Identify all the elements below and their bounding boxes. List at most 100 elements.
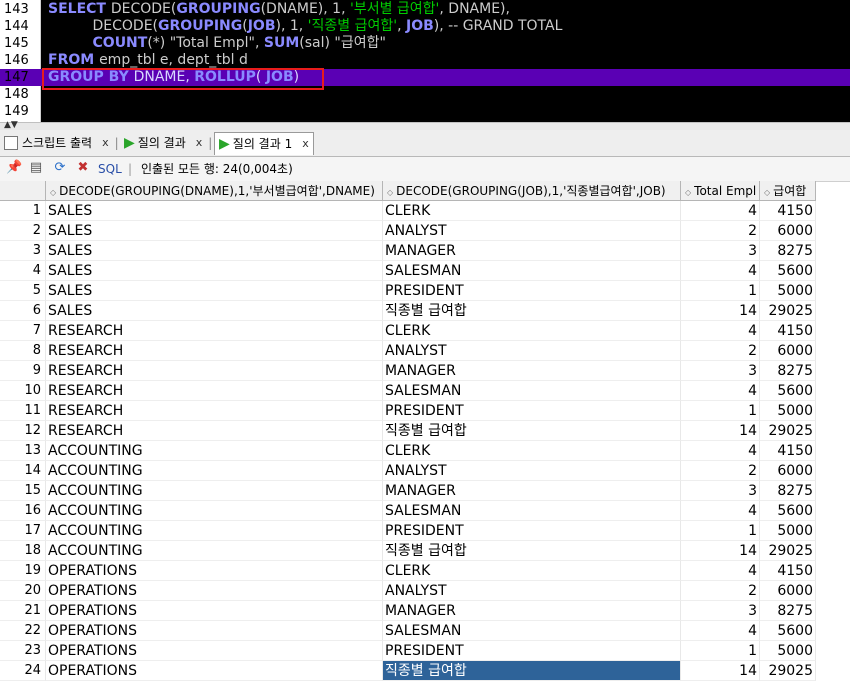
sal-sum-cell[interactable]: 6000 xyxy=(760,341,816,361)
job-cell[interactable]: ANALYST xyxy=(383,221,681,241)
total-empl-cell[interactable]: 4 xyxy=(681,501,760,521)
total-empl-cell[interactable]: 1 xyxy=(681,521,760,541)
job-cell[interactable]: MANAGER xyxy=(383,241,681,261)
sal-sum-cell[interactable]: 6000 xyxy=(760,581,816,601)
row-number[interactable]: 12 xyxy=(0,421,46,441)
table-row[interactable]: 6 SALES 직종별 급여합 14 29025 xyxy=(0,301,850,321)
dname-cell[interactable]: OPERATIONS xyxy=(46,601,383,621)
total-empl-cell[interactable]: 3 xyxy=(681,481,760,501)
row-number[interactable]: 24 xyxy=(0,661,46,681)
table-row[interactable]: 18 ACCOUNTING 직종별 급여합 14 29025 xyxy=(0,541,850,561)
job-cell[interactable]: ANALYST xyxy=(383,341,681,361)
sort-icon[interactable]: ◇ xyxy=(764,188,770,197)
total-empl-cell[interactable]: 14 xyxy=(681,661,760,681)
table-row[interactable]: 7 RESEARCH CLERK 4 4150 xyxy=(0,321,850,341)
sal-sum-cell[interactable]: 5000 xyxy=(760,521,816,541)
table-row[interactable]: 13 ACCOUNTING CLERK 4 4150 xyxy=(0,441,850,461)
dname-cell[interactable]: RESEARCH xyxy=(46,321,383,341)
dname-cell[interactable]: SALES xyxy=(46,301,383,321)
row-number[interactable]: 5 xyxy=(0,281,46,301)
sal-sum-cell[interactable]: 29025 xyxy=(760,421,816,441)
dname-cell[interactable]: SALES xyxy=(46,261,383,281)
close-icon[interactable]: x xyxy=(302,133,309,155)
dname-cell[interactable]: ACCOUNTING xyxy=(46,521,383,541)
row-number[interactable]: 23 xyxy=(0,641,46,661)
print-icon[interactable]: ▤ xyxy=(28,160,44,176)
total-empl-cell[interactable]: 1 xyxy=(681,401,760,421)
table-row[interactable]: 15 ACCOUNTING MANAGER 3 8275 xyxy=(0,481,850,501)
sal-sum-cell[interactable]: 4150 xyxy=(760,321,816,341)
total-empl-cell[interactable]: 2 xyxy=(681,461,760,481)
refresh-icon[interactable]: ⟳ xyxy=(52,160,68,176)
row-number[interactable]: 2 xyxy=(0,221,46,241)
row-number[interactable]: 9 xyxy=(0,361,46,381)
table-row[interactable]: 14 ACCOUNTING ANALYST 2 6000 xyxy=(0,461,850,481)
code-line[interactable]: 144 DECODE(GROUPING(JOB), 1, '직종별 급여합', … xyxy=(0,18,850,35)
row-number[interactable]: 15 xyxy=(0,481,46,501)
sql-button[interactable]: SQL xyxy=(98,157,122,181)
cancel-icon[interactable]: ✖ xyxy=(75,160,91,176)
job-cell[interactable]: CLERK xyxy=(383,561,681,581)
job-cell[interactable]: MANAGER xyxy=(383,601,681,621)
sal-sum-cell[interactable]: 29025 xyxy=(760,661,816,681)
table-row[interactable]: 17 ACCOUNTING PRESIDENT 1 5000 xyxy=(0,521,850,541)
dname-cell[interactable]: RESEARCH xyxy=(46,421,383,441)
close-icon[interactable]: x xyxy=(102,132,109,154)
row-number[interactable]: 16 xyxy=(0,501,46,521)
total-empl-cell[interactable]: 14 xyxy=(681,541,760,561)
sal-sum-cell[interactable]: 29025 xyxy=(760,301,816,321)
dname-cell[interactable]: ACCOUNTING xyxy=(46,501,383,521)
sal-sum-cell[interactable]: 4150 xyxy=(760,441,816,461)
table-row[interactable]: 20 OPERATIONS ANALYST 2 6000 xyxy=(0,581,850,601)
job-cell[interactable]: MANAGER xyxy=(383,481,681,501)
dname-cell[interactable]: RESEARCH xyxy=(46,341,383,361)
job-cell[interactable]: CLERK xyxy=(383,441,681,461)
sal-sum-cell[interactable]: 6000 xyxy=(760,221,816,241)
dname-cell[interactable]: OPERATIONS xyxy=(46,561,383,581)
table-row[interactable]: 2 SALES ANALYST 2 6000 xyxy=(0,221,850,241)
total-empl-cell[interactable]: 2 xyxy=(681,221,760,241)
job-cell[interactable]: 직종별 급여합 xyxy=(383,541,681,561)
job-cell[interactable]: PRESIDENT xyxy=(383,521,681,541)
total-empl-cell[interactable]: 3 xyxy=(681,361,760,381)
table-row[interactable]: 8 RESEARCH ANALYST 2 6000 xyxy=(0,341,850,361)
tab-query-result[interactable]: ▶ 질의 결과 x | xyxy=(124,132,212,154)
job-cell[interactable]: CLERK xyxy=(383,201,681,221)
job-cell[interactable]: ANALYST xyxy=(383,461,681,481)
job-cell[interactable]: PRESIDENT xyxy=(383,641,681,661)
table-row[interactable]: 1 SALES CLERK 4 4150 xyxy=(0,201,850,221)
column-header-total-empl[interactable]: ◇ Total Empl xyxy=(681,181,760,201)
total-empl-cell[interactable]: 14 xyxy=(681,301,760,321)
dname-cell[interactable]: OPERATIONS xyxy=(46,621,383,641)
row-number[interactable]: 13 xyxy=(0,441,46,461)
row-number[interactable]: 4 xyxy=(0,261,46,281)
table-row[interactable]: 10 RESEARCH SALESMAN 4 5600 xyxy=(0,381,850,401)
row-number[interactable]: 3 xyxy=(0,241,46,261)
job-cell[interactable]: SALESMAN xyxy=(383,261,681,281)
job-cell[interactable]: 직종별 급여합 xyxy=(383,301,681,321)
row-number[interactable]: 1 xyxy=(0,201,46,221)
table-row[interactable]: 5 SALES PRESIDENT 1 5000 xyxy=(0,281,850,301)
column-header-dname[interactable]: ◇ DECODE(GROUPING(DNAME),1,'부서별급여합',DNAME… xyxy=(46,181,383,201)
table-row[interactable]: 21 OPERATIONS MANAGER 3 8275 xyxy=(0,601,850,621)
table-row[interactable]: 22 OPERATIONS SALESMAN 4 5600 xyxy=(0,621,850,641)
row-number[interactable]: 11 xyxy=(0,401,46,421)
total-empl-cell[interactable]: 4 xyxy=(681,561,760,581)
table-row[interactable]: 19 OPERATIONS CLERK 4 4150 xyxy=(0,561,850,581)
sal-sum-cell[interactable]: 8275 xyxy=(760,481,816,501)
table-row[interactable]: 16 ACCOUNTING SALESMAN 4 5600 xyxy=(0,501,850,521)
code-line[interactable]: 143 SELECT DECODE(GROUPING(DNAME), 1, '부서… xyxy=(0,1,850,18)
row-number[interactable]: 8 xyxy=(0,341,46,361)
total-empl-cell[interactable]: 4 xyxy=(681,441,760,461)
column-header-sal-sum[interactable]: ◇ 급여합 xyxy=(760,181,816,201)
job-cell[interactable]: MANAGER xyxy=(383,361,681,381)
sal-sum-cell[interactable]: 8275 xyxy=(760,241,816,261)
sort-icon[interactable]: ◇ xyxy=(387,188,393,197)
dname-cell[interactable]: ACCOUNTING xyxy=(46,461,383,481)
total-empl-cell[interactable]: 14 xyxy=(681,421,760,441)
table-row[interactable]: 23 OPERATIONS PRESIDENT 1 5000 xyxy=(0,641,850,661)
total-empl-cell[interactable]: 4 xyxy=(681,621,760,641)
table-row[interactable]: 24 OPERATIONS 직종별 급여합 14 29025 xyxy=(0,661,850,681)
row-number[interactable]: 6 xyxy=(0,301,46,321)
dname-cell[interactable]: SALES xyxy=(46,241,383,261)
